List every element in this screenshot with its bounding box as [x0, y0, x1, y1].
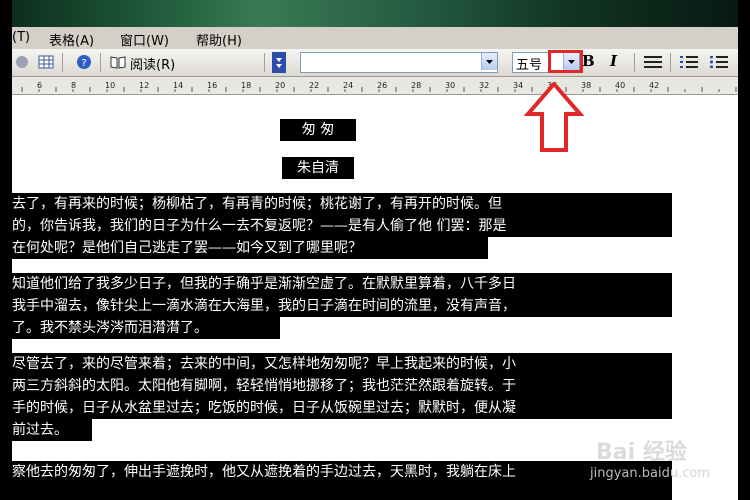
- screenshot: (T) 表格(A) 窗口(W) 帮助(H) ? 阅读(R) 五号 B I 6 8…: [0, 0, 750, 500]
- ruler-tick-label: 20: [275, 81, 285, 90]
- menu-table[interactable]: 表格(A): [49, 30, 94, 49]
- document-page[interactable]: 匆 匆 朱自清 去了，有再来的时候；杨柳枯了，有再青的时候；桃花谢了，有再开的时…: [12, 95, 738, 500]
- ruler-tick-label: 40: [615, 81, 625, 90]
- font-name-dropdown-button[interactable]: [481, 53, 497, 70]
- numbered-list-icon[interactable]: [680, 56, 698, 68]
- paragraph-line: 手的时候，日子从水盆里过去；吃饭的时候，日子从饭碗里过去；默默时，便从凝: [12, 397, 672, 419]
- read-mode-label: 阅读(R): [130, 58, 176, 73]
- document-author: 朱自清: [282, 157, 354, 179]
- ruler-tick-label: 12: [139, 81, 149, 90]
- ruler-tick-label: 32: [479, 81, 489, 90]
- highlight-box: [548, 50, 583, 73]
- paragraph-line: 去了，有再来的时候；杨柳枯了，有再青的时候；桃花谢了，有再开的时候。但: [12, 193, 672, 215]
- ruler-tick-label: 24: [343, 81, 353, 90]
- formatting-toolbar: ? 阅读(R) 五号 B I: [12, 49, 738, 77]
- font-size-value: 五号: [516, 58, 543, 73]
- paragraph-line: 察他去的匆匆了，伸出手遮挽时，他又从遮挽着的手边过去，天黑时，我躺在床上: [12, 461, 672, 483]
- paragraph-line-partial: [12, 483, 672, 500]
- toolbar-separator: [100, 53, 101, 72]
- menu-bar: (T) 表格(A) 窗口(W) 帮助(H): [12, 27, 738, 50]
- ruler-tick-label: 28: [411, 81, 421, 90]
- ruler-tick-label: 30: [445, 81, 455, 90]
- menu-help[interactable]: 帮助(H): [196, 30, 242, 49]
- drawing-icon[interactable]: [14, 54, 30, 70]
- svg-text:?: ?: [81, 58, 86, 69]
- horizontal-ruler[interactable]: 681012141618202224262830323436384042: [12, 77, 738, 95]
- screen-border-right: [738, 0, 750, 500]
- bold-button[interactable]: B: [582, 52, 595, 70]
- ruler-tick-label: 10: [105, 81, 115, 90]
- watermark-logo: Bai 经验: [596, 440, 687, 465]
- chevron-down-icon: [276, 58, 282, 68]
- bullet-list-icon[interactable]: [710, 56, 728, 68]
- paragraph-line: 尽管去了，来的尽管来着；去来的中间，又怎样地匆匆呢？早上我起来的时候，小: [12, 353, 672, 375]
- paragraph-line: 的，你告诉我，我们的日子为什么一去不复返呢？——是有人偷了他 们罢：那是: [12, 215, 672, 237]
- align-justify-icon[interactable]: [644, 56, 662, 68]
- font-name-select[interactable]: [300, 52, 498, 73]
- watermark: Bai 经验 jingyan.baidu.com: [590, 430, 710, 490]
- screen-border-left: [0, 0, 12, 500]
- paragraph-line: 两三方斜斜的太阳。太阳他有脚啊，轻轻悄悄地挪移了；我也茫茫然跟着旋转。于: [12, 375, 672, 397]
- italic-button[interactable]: I: [610, 52, 617, 70]
- ruler-tick-label: 42: [649, 81, 659, 90]
- toolbar-separator: [62, 53, 63, 72]
- menu-window[interactable]: 窗口(W): [120, 30, 169, 49]
- toolbar-separator: [634, 53, 635, 72]
- ruler-tick-label: 22: [309, 81, 319, 90]
- ruler-tick-label: 8: [71, 81, 76, 90]
- toolbar-separator: [670, 53, 671, 72]
- paragraph-line: 在何处呢？是他们自己逃走了罢——如今又到了哪里呢？: [12, 237, 488, 259]
- ruler-tick-label: 6: [37, 81, 42, 90]
- insert-table-icon[interactable]: [38, 54, 54, 70]
- chevron-down-icon: [486, 60, 493, 64]
- paragraph-line: 前过去。: [12, 419, 92, 441]
- ruler-tick-label: 18: [241, 81, 251, 90]
- document-title: 匆 匆: [280, 119, 356, 141]
- ruler-tick-label: 14: [173, 81, 183, 90]
- book-icon: [110, 56, 126, 69]
- paragraph-line: 我手中溜去，像针尖上一滴水滴在大海里，我的日子滴在时间的流里，没有声音，: [12, 295, 672, 317]
- help-icon[interactable]: ?: [76, 54, 92, 70]
- ruler-tick-label: 16: [207, 81, 217, 90]
- ruler-tick-label: 34: [513, 81, 523, 90]
- ruler-scale: 681012141618202224262830323436384042: [12, 77, 737, 94]
- menu-tools[interactable]: (T): [12, 30, 30, 45]
- style-dropdown[interactable]: [272, 52, 286, 73]
- paragraph-line: 了。我不禁头涔涔而泪潸潸了。: [12, 317, 280, 339]
- annotation-up-arrow-icon: [524, 82, 584, 152]
- paragraph-line: 知道他们给了我多少日子，但我的手确乎是渐渐空虚了。在默默里算着，八千多日: [12, 273, 672, 295]
- toolbar-separator: [264, 53, 265, 72]
- watermark-url: jingyan.baidu.com: [590, 466, 710, 481]
- ruler-tick-label: 26: [377, 81, 387, 90]
- desktop-background: [0, 0, 750, 27]
